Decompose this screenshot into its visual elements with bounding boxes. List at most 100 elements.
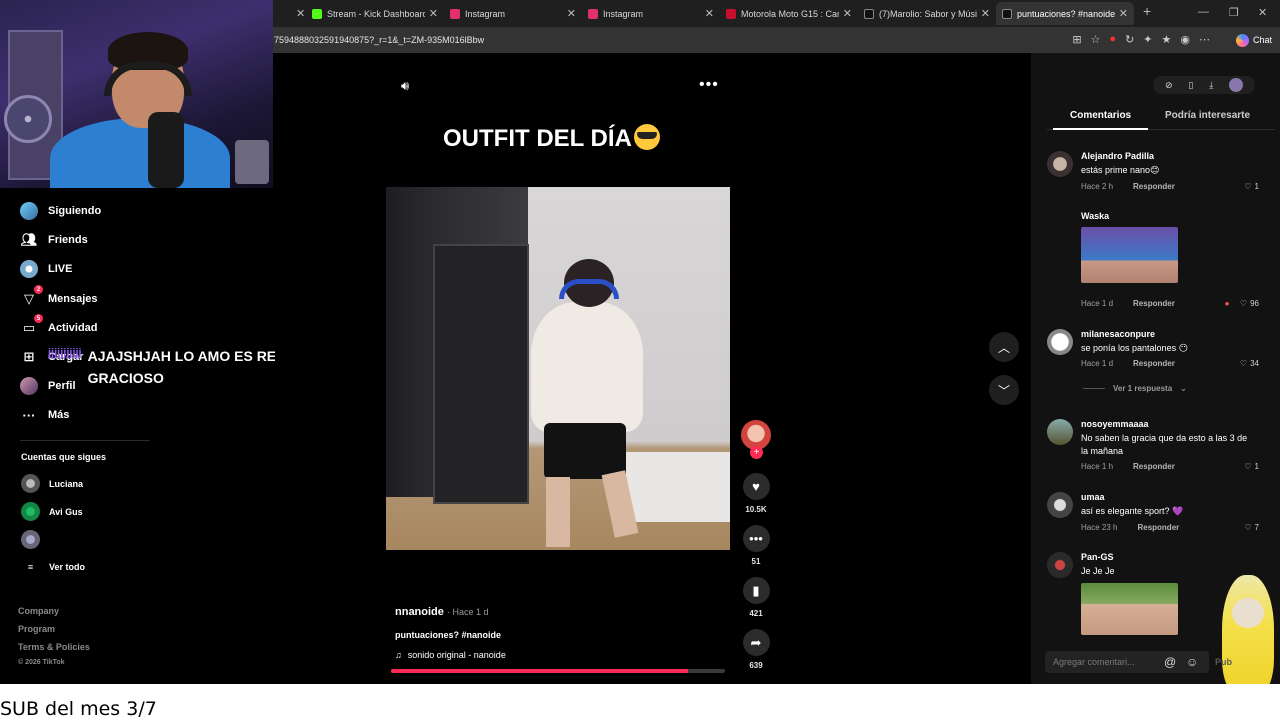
view-replies-button[interactable]: Ver 1 respuesta ⌄	[1083, 384, 1187, 393]
footer-company-link[interactable]: Company	[18, 606, 59, 616]
save-action[interactable]: ▮ 421	[741, 577, 771, 618]
sidebar-item-friends[interactable]: 👥︎ Friends	[20, 231, 88, 249]
upload-icon: ⊞	[23, 349, 35, 364]
user-avatar[interactable]	[1229, 78, 1244, 92]
follow-plus-icon[interactable]: +	[750, 446, 763, 459]
favorites-icon[interactable]: ★	[1162, 33, 1172, 46]
active-tab-indicator	[1053, 128, 1148, 130]
banana-cat-face	[1232, 598, 1264, 628]
refresh-icon[interactable]: ↻	[1125, 33, 1134, 46]
tab-motorola[interactable]: Motorola Moto G15 : Caracte... ✕	[720, 2, 858, 25]
previous-video-button[interactable]: ︿	[989, 332, 1019, 362]
video-headline: OUTFIT DEL DÍA	[443, 124, 660, 153]
share-icon[interactable]: ➦	[742, 629, 770, 656]
tab-instagram-2[interactable]: Instagram ✕	[582, 2, 720, 25]
comment-like[interactable]: ♡ 34	[1240, 359, 1259, 368]
stream-chat-overlay: jjjjjjjjjjj AJAJSHJAH LO AMO ES RE GRACI…	[48, 345, 288, 389]
mention-icon[interactable]: @	[1164, 655, 1176, 669]
video-author[interactable]: nnanoide · Hace 1 d	[395, 606, 488, 618]
sidebar-item-more[interactable]: ··· Más	[20, 406, 70, 424]
tiktok-favicon-icon	[864, 8, 874, 19]
commenter-avatar[interactable]	[1047, 329, 1073, 355]
next-video-button[interactable]: ﹀	[989, 375, 1019, 405]
autoscroll-icon[interactable]: ⊘	[1165, 80, 1173, 91]
following-accounts-title: Cuentas que sigues	[21, 452, 107, 462]
share-action[interactable]: ➦ 639	[741, 629, 771, 670]
tab-comments[interactable]: Comentarios	[1070, 110, 1131, 121]
extensions-icon[interactable]: ✦	[1143, 33, 1152, 46]
messages-icon: ▽ 2	[20, 285, 43, 308]
menu-dots-icon[interactable]: ⋯	[1199, 33, 1210, 46]
video-player[interactable]	[386, 187, 730, 550]
new-tab-icon[interactable]: +	[1143, 3, 1151, 19]
footer-terms-link[interactable]: Terms & Policies	[18, 642, 90, 652]
adblock-icon[interactable]: ●	[1109, 33, 1116, 46]
maximize-icon[interactable]: ❐	[1229, 6, 1239, 19]
window-close-icon[interactable]: ✕	[1258, 6, 1267, 19]
video-sound[interactable]: ♫ sonido original - nanoide	[395, 650, 506, 660]
url-field[interactable]: 7594888032591940875?_r=1&_t=ZM-935M016lB…	[274, 35, 484, 45]
volume-icon[interactable]: 🔊︎	[401, 78, 409, 94]
bookmark-icon[interactable]: ▮	[742, 577, 770, 604]
comment-image[interactable]	[1081, 583, 1178, 635]
reply-button[interactable]: Responder	[1133, 359, 1175, 368]
close-icon[interactable]: ✕	[705, 7, 714, 20]
commenter-avatar[interactable]	[1047, 151, 1073, 177]
close-icon[interactable]: ✕	[1119, 7, 1128, 20]
copilot-chat-button[interactable]: Chat	[1235, 31, 1272, 49]
sidebar-item-messages[interactable]: ▽ 2 Mensajes	[20, 285, 98, 308]
following-account-avatar[interactable]	[21, 530, 40, 549]
reply-button[interactable]: Responder	[1133, 182, 1175, 191]
post-comment-button[interactable]: Pub	[1215, 657, 1232, 667]
footer-program-link[interactable]: Program	[18, 624, 55, 634]
commenter-avatar[interactable]	[1047, 552, 1073, 578]
heart-icon[interactable]: ♥	[742, 473, 770, 500]
live-icon	[20, 260, 38, 278]
comment-input[interactable]: Agregar comentari...	[1045, 651, 1209, 673]
following-account[interactable]: Luciana	[21, 474, 83, 493]
tab-close-icon[interactable]: ✕	[286, 2, 306, 25]
comment-icon[interactable]: •••	[742, 525, 770, 552]
download-icon[interactable]: ⤓	[1209, 80, 1213, 91]
copilot-icon	[1235, 33, 1249, 47]
following-account[interactable]: Avi Gus	[21, 502, 83, 521]
device-icon[interactable]: ▯	[1188, 80, 1193, 91]
close-icon[interactable]: ✕	[981, 7, 990, 20]
tab-might-interest[interactable]: Podría interesarte	[1165, 110, 1250, 121]
comment-like[interactable]: ♡ 1	[1244, 462, 1259, 471]
split-screen-icon[interactable]: ⊞	[1072, 33, 1081, 46]
account-avatar	[21, 502, 40, 521]
heart-outline-icon: ♡	[1239, 299, 1248, 308]
commenter-avatar[interactable]	[1047, 419, 1073, 445]
tab-tiktok-active[interactable]: puntuaciones? #nanoide | Tik... ✕	[996, 2, 1134, 25]
comment-action[interactable]: ••• 51	[741, 525, 771, 566]
tab-instagram-1[interactable]: Instagram ✕	[444, 2, 582, 25]
minimize-icon[interactable]: —	[1198, 6, 1209, 18]
comment-like[interactable]: ♡ 7	[1244, 523, 1259, 532]
comment-image[interactable]	[1081, 227, 1178, 283]
close-icon[interactable]: ✕	[843, 7, 852, 20]
tab-marolio[interactable]: (7)Marolio: Sabor y Música e... ✕	[858, 2, 996, 25]
tab-kick-dashboard[interactable]: Stream - Kick Dashboard ✕	[306, 2, 444, 25]
close-icon[interactable]: ✕	[429, 7, 438, 20]
reply-button[interactable]: Responder	[1133, 299, 1175, 308]
sidebar-item-live[interactable]: LIVE	[20, 260, 72, 278]
comment-like[interactable]: ♡ 1	[1244, 182, 1259, 191]
webcam-streamer-shirt	[50, 118, 230, 188]
music-note-icon: ♫	[395, 650, 402, 660]
profile-avatar-icon[interactable]: ◉	[1180, 33, 1190, 46]
comment-item: Waska Hace 1 d Responder ● ♡ 96	[1081, 211, 1259, 308]
comment-like[interactable]: ● ♡ 96	[1225, 299, 1259, 308]
sidebar-item-activity[interactable]: ▭ 5 Actividad	[20, 314, 98, 337]
reply-button[interactable]: Responder	[1133, 462, 1175, 471]
reply-button[interactable]: Responder	[1137, 523, 1179, 532]
close-icon[interactable]: ✕	[567, 7, 576, 20]
emoji-icon[interactable]: ☺	[1186, 655, 1198, 669]
video-progress-bar[interactable]	[391, 669, 725, 673]
more-options-icon[interactable]: •••	[699, 76, 719, 94]
see-all-following[interactable]: ≡ Ver todo	[21, 562, 85, 572]
bookmark-star-icon[interactable]: ☆	[1091, 33, 1101, 46]
commenter-avatar[interactable]	[1047, 492, 1073, 518]
sidebar-item-following[interactable]: Siguiendo	[20, 202, 101, 220]
like-action[interactable]: ♥ 10.5K	[741, 473, 771, 514]
